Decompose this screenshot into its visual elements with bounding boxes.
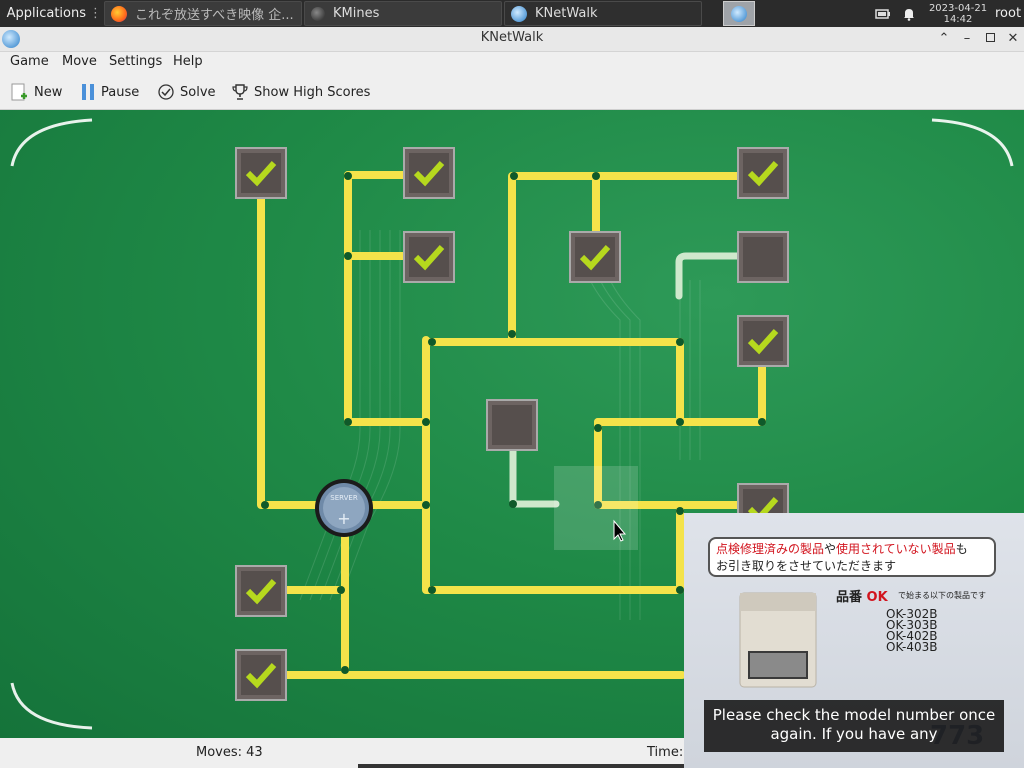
terminal-connected[interactable]: [737, 147, 789, 199]
high-scores-label: Show High Scores: [254, 84, 371, 100]
applications-menu[interactable]: Applications ⋮: [2, 1, 102, 26]
menu-game[interactable]: Game: [10, 54, 49, 69]
window-title: KNetWalk: [480, 30, 544, 45]
task-firefox[interactable]: これぞ放送すべき映像 企...: [104, 1, 302, 26]
bubble-text-line2: お引き取りをさせていただきます: [716, 559, 897, 573]
model-item: OK-403B: [886, 640, 938, 654]
hinban-label: 品番: [836, 590, 863, 605]
check-circle-icon: [158, 84, 174, 100]
new-button[interactable]: New: [9, 80, 62, 104]
firefox-icon: [111, 5, 127, 22]
clock[interactable]: 2023-04-21 14:42: [926, 1, 990, 26]
keep-above-button[interactable]: ⌃: [935, 30, 953, 48]
terminal-connected[interactable]: [235, 147, 287, 199]
taskbar: Applications ⋮ これぞ放送すべき映像 企... KMines KN…: [0, 0, 1024, 27]
applications-label: Applications: [6, 6, 86, 21]
solve-button[interactable]: Solve: [157, 80, 216, 104]
terminal-disconnected[interactable]: [486, 399, 538, 451]
bubble-text-mid: や: [824, 542, 837, 556]
battery-indicator[interactable]: [873, 1, 893, 26]
model-heading: 品番 OK: [836, 586, 888, 605]
time-label: Time:: [647, 745, 684, 760]
knetwalk-icon: [511, 5, 527, 22]
menu-help[interactable]: Help: [173, 54, 203, 69]
pause-button[interactable]: Pause: [80, 80, 139, 104]
user-label: root: [995, 6, 1022, 21]
toolbar: New Pause Solve Show High Scores: [0, 75, 1024, 110]
model-subtext: で始まる以下の製品です: [898, 591, 986, 600]
heater-image: [739, 592, 817, 688]
high-scores-button[interactable]: Show High Scores: [231, 80, 370, 104]
menu-move[interactable]: Move: [62, 54, 97, 69]
workspace-switcher[interactable]: [723, 1, 755, 26]
bubble-text-red1: 点検修理済みの製品: [716, 542, 825, 556]
minimize-icon: –: [963, 31, 971, 46]
pause-label: Pause: [101, 84, 140, 100]
progress-strip: [358, 764, 684, 768]
kmines-icon: [311, 6, 325, 21]
task-firefox-label: これぞ放送すべき映像 企...: [135, 8, 294, 23]
video-caption: Please check the model number once again…: [704, 700, 1004, 752]
terminal-connected[interactable]: [737, 315, 789, 367]
new-document-icon: [11, 83, 27, 101]
bubble-text-end: も: [955, 542, 968, 556]
terminal-disconnected[interactable]: [737, 231, 789, 283]
task-kmines-label: KMines: [333, 6, 380, 21]
task-knetwalk[interactable]: KNetWalk: [504, 1, 702, 26]
trophy-icon: [232, 84, 248, 100]
minimize-button[interactable]: –: [958, 30, 976, 48]
xfce-applications-icon: [2, 13, 3, 14]
bell-icon: [904, 8, 914, 21]
maximize-button[interactable]: [981, 30, 999, 48]
close-button[interactable]: ✕: [1004, 30, 1022, 48]
solve-label: Solve: [180, 84, 216, 100]
clock-time: 14:42: [943, 13, 973, 25]
user-menu[interactable]: root: [995, 1, 1024, 26]
battery-icon: [875, 8, 890, 19]
pause-icon: [82, 84, 94, 100]
task-knetwalk-label: KNetWalk: [535, 6, 598, 21]
video-bubble: 点検修理済みの製品や使用されていない製品も お引き取りをさせていただきます: [708, 537, 996, 577]
server-node[interactable]: SERVER +: [315, 479, 373, 537]
close-icon: ✕: [1007, 31, 1019, 46]
plus-icon: +: [337, 509, 350, 528]
new-label: New: [34, 84, 63, 100]
menu-settings[interactable]: Settings: [109, 54, 162, 69]
window-titlebar[interactable]: KNetWalk ⌃ – ✕: [0, 27, 1024, 52]
terminal-connected[interactable]: [235, 565, 287, 617]
knetwalk-icon: [731, 5, 747, 22]
ok-label: OK: [866, 590, 888, 605]
clock-date: 2023-04-21: [928, 2, 988, 14]
terminal-connected[interactable]: [403, 231, 455, 283]
cursor-cell-highlight: [554, 466, 638, 550]
chevron-up-icon: ⌃: [938, 31, 950, 46]
bubble-text-red2: 使用されていない製品: [836, 542, 956, 556]
model-list: OK-302B OK-303B OK-402B OK-403B: [886, 608, 938, 654]
terminal-connected[interactable]: [235, 649, 287, 701]
terminal-connected[interactable]: [403, 147, 455, 199]
moves-counter: Moves: 43: [196, 745, 263, 760]
notifications-button[interactable]: [899, 1, 919, 26]
terminal-connected[interactable]: [569, 231, 621, 283]
maximize-icon: [985, 33, 995, 42]
server-label: SERVER: [330, 494, 358, 502]
task-kmines[interactable]: KMines: [304, 1, 502, 26]
menubar: Game Move Settings Help: [0, 52, 1024, 74]
separator-icon: ⋮: [89, 6, 102, 21]
video-overlay[interactable]: 点検修理済みの製品や使用されていない製品も お引き取りをさせていただきます 品番…: [684, 513, 1024, 768]
